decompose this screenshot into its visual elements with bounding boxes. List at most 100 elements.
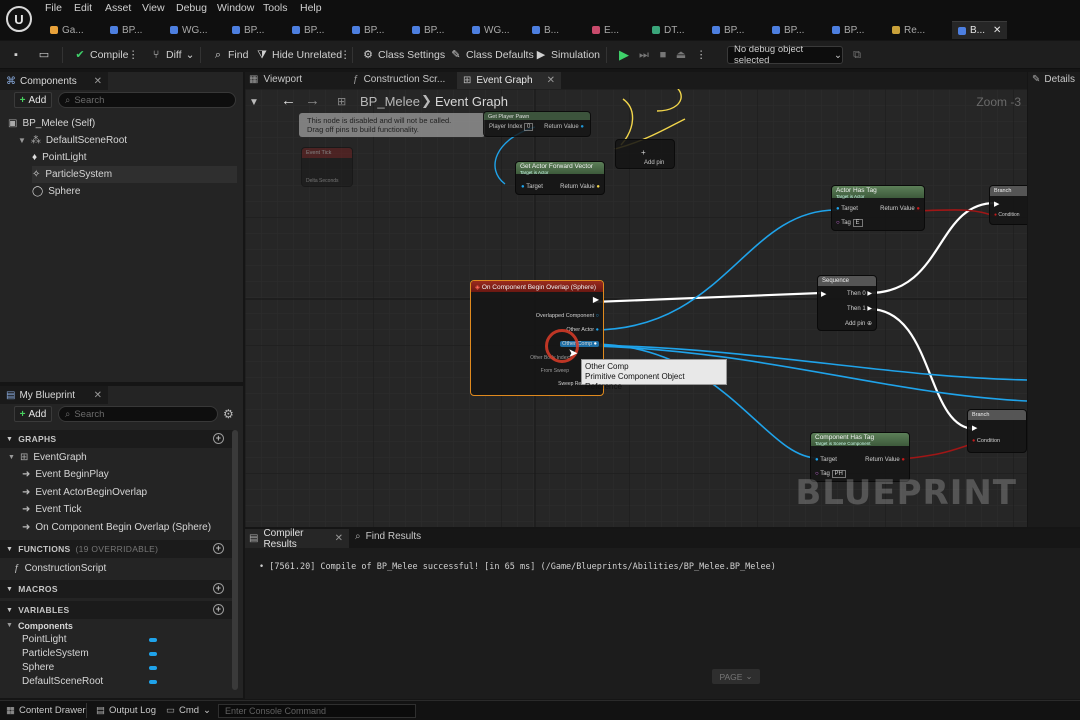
pin-value[interactable]: E <box>852 219 863 227</box>
document-tab[interactable]: B... ✕ <box>952 21 1008 39</box>
event-item-component-begin-overlap[interactable]: ➜ On Component Begin Overlap (Sphere) <box>22 519 211 536</box>
exec-in-pin-icon[interactable]: ▶ <box>972 424 977 432</box>
components-tab[interactable]: ⌘ Components ✕ <box>0 72 108 90</box>
menu-file[interactable]: File <box>45 2 62 14</box>
pin-then-1[interactable]: Then 1 ▶ <box>847 305 872 312</box>
add-macro-icon[interactable]: + <box>213 583 224 594</box>
class-settings-button[interactable]: ⚙ Class Settings <box>362 46 445 64</box>
document-tab[interactable]: Ga... <box>50 21 84 39</box>
document-tab[interactable]: BP... <box>110 21 142 39</box>
menu-asset[interactable]: Asset <box>105 2 131 14</box>
macros-section-header[interactable]: ▼ MACROS + <box>0 580 234 598</box>
exec-in-pin-icon[interactable]: ▶ <box>994 200 999 208</box>
hide-unrelated-button[interactable]: ⧩ Hide Unrelated <box>256 46 342 64</box>
add-variable-icon[interactable]: + <box>213 604 224 615</box>
pin-from-sweep[interactable]: From Sweep <box>541 368 569 374</box>
compile-options-button[interactable]: ⋮ <box>128 46 139 64</box>
menu-help[interactable]: Help <box>300 2 322 14</box>
menu-tools[interactable]: Tools <box>263 2 288 14</box>
pin-tag[interactable]: ○ Tag E <box>836 219 863 227</box>
pin-delta-seconds[interactable]: Delta Seconds <box>306 178 339 184</box>
pin-return-value[interactable]: Return Value ● <box>880 206 920 212</box>
gear-icon[interactable]: ⚙ <box>223 407 234 421</box>
pin-condition[interactable]: ● Condition <box>972 438 1000 444</box>
my-blueprint-tab[interactable]: ▤ My Blueprint ✕ <box>0 386 108 404</box>
event-item-actorbeginoverlap[interactable]: ➜ Event ActorBeginOverlap <box>22 484 147 501</box>
unreal-logo-icon[interactable]: U <box>6 6 32 32</box>
add-function-icon[interactable]: + <box>213 543 224 554</box>
pin-player-index[interactable]: Player Index 0 <box>489 123 534 131</box>
tree-item-self[interactable]: ▣ BP_Melee (Self) <box>8 115 95 132</box>
cmd-select[interactable]: ▭ Cmd ⌄ <box>166 705 211 716</box>
diff-button[interactable]: ⑂ Diff ⌄ <box>150 46 195 64</box>
browse-button[interactable]: ▭ <box>38 46 50 64</box>
document-tab[interactable]: BP... <box>292 21 324 39</box>
forward-arrow-icon[interactable]: → <box>305 92 320 109</box>
pin-target[interactable]: ● Target <box>836 206 858 212</box>
save-button[interactable]: ▪ <box>10 46 22 64</box>
function-item-constructionscript[interactable]: ƒ ConstructionScript <box>14 560 106 577</box>
document-tab[interactable]: DT... <box>652 21 685 39</box>
breadcrumb-blueprint[interactable]: BP_Melee <box>360 94 420 109</box>
tree-item-default-scene-root[interactable]: ▼ ⁂ DefaultSceneRoot <box>18 132 127 149</box>
pin-condition[interactable]: ● Condition <box>994 212 1020 218</box>
output-log-button[interactable]: ▤ Output Log <box>96 705 156 716</box>
close-icon[interactable]: ✕ <box>547 75 555 86</box>
branch-node-top[interactable]: Branch ▶ ● Condition <box>989 185 1027 225</box>
hide-unrelated-options-button[interactable]: ⋮ <box>340 46 351 64</box>
add-component-button[interactable]: + Add <box>14 92 52 108</box>
event-graph-canvas[interactable]: This node is disabled and will not be ca… <box>245 89 1027 527</box>
pin-return-value[interactable]: Return Value ● <box>560 184 600 190</box>
menu-edit[interactable]: Edit <box>74 2 92 14</box>
tree-item-sphere[interactable]: ◯ Sphere <box>32 183 80 200</box>
document-tab[interactable]: E... <box>592 21 619 39</box>
add-member-button[interactable]: + Add <box>14 406 52 422</box>
document-tab[interactable]: BP... <box>232 21 264 39</box>
reroute-add-pin-node[interactable]: + Add pin <box>615 139 675 169</box>
details-tab[interactable]: ✎ Details <box>1032 74 1075 85</box>
tab-find-results[interactable]: ⌕ Find Results <box>355 531 421 542</box>
pin-return-value[interactable]: Return Value ● <box>544 124 584 130</box>
add-pin-label[interactable]: Add pin <box>644 160 664 166</box>
compile-button[interactable]: ✔ Compile <box>74 46 128 64</box>
menu-debug[interactable]: Debug <box>176 2 207 14</box>
document-tab[interactable]: BP... <box>352 21 384 39</box>
branch-node-bottom[interactable]: Branch ▶ ● Condition <box>967 409 1027 453</box>
event-tick-node[interactable]: Event Tick Delta Seconds <box>301 147 353 187</box>
tab-construction-script[interactable]: ƒ Construction Scr... <box>353 74 445 85</box>
menu-view[interactable]: View <box>142 2 165 14</box>
breadcrumb-graph[interactable]: Event Graph <box>435 94 508 109</box>
document-tab[interactable]: B... <box>532 21 559 39</box>
console-command-input[interactable]: Enter Console Command <box>218 704 416 718</box>
document-tab[interactable]: BP... <box>832 21 864 39</box>
add-graph-icon[interactable]: + <box>213 433 224 444</box>
document-tab[interactable]: BP... <box>772 21 804 39</box>
debug-object-select[interactable]: No debug object selected ⌄ <box>727 44 843 66</box>
document-tab[interactable]: BP... <box>712 21 744 39</box>
find-button[interactable]: ⌕ Find <box>212 46 249 64</box>
add-pin-button[interactable]: Add pin ⊕ <box>845 320 872 327</box>
variable-item-defaultsceneroot[interactable]: DefaultSceneRoot <box>22 673 157 690</box>
tree-item-particlesystem[interactable]: ✧ ParticleSystem <box>32 166 237 183</box>
play-button[interactable]: ▶ <box>618 46 630 64</box>
close-icon[interactable]: ✕ <box>335 533 343 544</box>
debug-filter-button[interactable]: ⧉ <box>851 46 863 64</box>
close-icon[interactable]: ✕ <box>94 76 102 87</box>
graphs-section-header[interactable]: ▼ GRAPHS + <box>0 430 234 448</box>
actor-has-tag-node[interactable]: Actor Has Tag Target is Actor ● Target R… <box>831 185 925 231</box>
menu-window[interactable]: Window <box>217 2 254 14</box>
tab-viewport[interactable]: ▦ Viewport <box>249 74 302 85</box>
tab-compiler-results[interactable]: ▤ Compiler Results ✕ <box>245 528 349 550</box>
step-button[interactable]: ⏭ <box>638 46 650 64</box>
graph-item-eventgraph[interactable]: ▼ ⊞ EventGraph <box>8 449 87 466</box>
back-arrow-icon[interactable]: ← <box>281 92 296 109</box>
pin-return-value[interactable]: Return Value ● <box>865 457 905 463</box>
page-button[interactable]: PAGE ⌄ <box>712 669 760 684</box>
close-icon[interactable]: ✕ <box>993 25 1001 36</box>
event-item-beginplay[interactable]: ➜ Event BeginPlay <box>22 466 109 483</box>
event-item-tick[interactable]: ➜ Event Tick <box>22 501 82 518</box>
tree-item-pointlight[interactable]: ♦ PointLight <box>32 149 87 166</box>
content-drawer-button[interactable]: ▦ Content Drawer <box>6 705 86 716</box>
graph-menu-icon[interactable]: ▼ <box>249 97 259 108</box>
class-defaults-button[interactable]: ✎ Class Defaults <box>450 46 533 64</box>
